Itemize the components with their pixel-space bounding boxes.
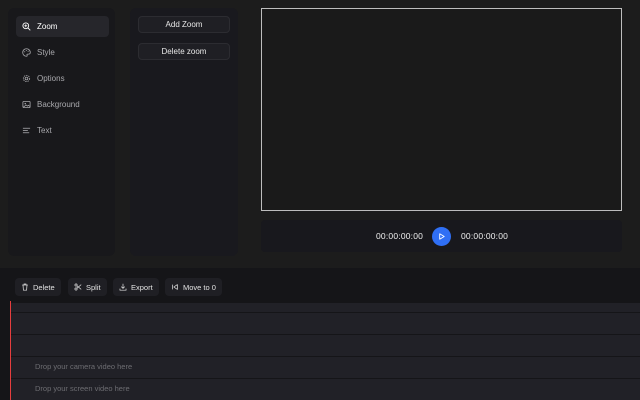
add-zoom-button[interactable]: Add Zoom: [138, 16, 230, 33]
timeline: Delete Split Export Move to 0 Drop your …: [0, 268, 640, 400]
sidebar-item-options[interactable]: Options: [16, 68, 109, 89]
sidebar-item-text[interactable]: Text: [16, 120, 109, 141]
sidebar-item-label: Options: [37, 74, 65, 83]
move-to-zero-label: Move to 0: [183, 282, 216, 292]
sidebar-item-label: Text: [37, 126, 52, 135]
skip-back-icon: [172, 284, 178, 290]
sidebar-item-background[interactable]: Background: [16, 94, 109, 115]
sidebar-item-style[interactable]: Style: [16, 42, 109, 63]
sidebar-item-label: Zoom: [37, 22, 58, 31]
zoom-panel: Add Zoom Delete zoom: [130, 8, 238, 256]
current-time: 00:00:00:00: [376, 231, 424, 241]
zoom-in-icon: [22, 22, 31, 31]
split-button[interactable]: Split: [68, 278, 107, 296]
export-button[interactable]: Export: [113, 278, 159, 296]
gear-icon: [22, 74, 31, 83]
text-align-icon: [22, 127, 31, 134]
scissors-icon: [74, 283, 82, 291]
total-time: 00:00:00:00: [461, 231, 509, 241]
delete-button[interactable]: Delete: [15, 278, 61, 296]
sidebar-item-label: Style: [37, 48, 55, 57]
video-preview: [261, 8, 622, 211]
move-to-zero-button[interactable]: Move to 0: [165, 278, 222, 296]
player-controls: 00:00:00:00 00:00:00:00: [261, 220, 622, 252]
timeline-ruler[interactable]: [10, 303, 640, 312]
sidebar-item-zoom[interactable]: Zoom: [16, 16, 109, 37]
delete-label: Delete: [33, 282, 55, 292]
download-icon: [119, 283, 127, 291]
play-icon: [439, 233, 445, 240]
camera-track[interactable]: Drop your camera video here: [10, 357, 640, 378]
timeline-track[interactable]: [10, 313, 640, 334]
playhead[interactable]: [10, 301, 11, 400]
screen-track[interactable]: Drop your screen video here: [10, 379, 640, 400]
split-label: Split: [86, 282, 101, 292]
sidebar: Zoom Style Options Background Text: [8, 8, 115, 256]
timeline-track[interactable]: [10, 335, 640, 356]
palette-icon: [22, 48, 31, 57]
export-label: Export: [131, 282, 153, 292]
play-button[interactable]: [432, 227, 451, 246]
screen-drop-hint: Drop your screen video here: [35, 384, 130, 393]
image-icon: [22, 100, 31, 109]
delete-zoom-button[interactable]: Delete zoom: [138, 43, 230, 60]
trash-icon: [22, 283, 28, 291]
sidebar-item-label: Background: [37, 100, 80, 109]
camera-drop-hint: Drop your camera video here: [35, 362, 133, 371]
